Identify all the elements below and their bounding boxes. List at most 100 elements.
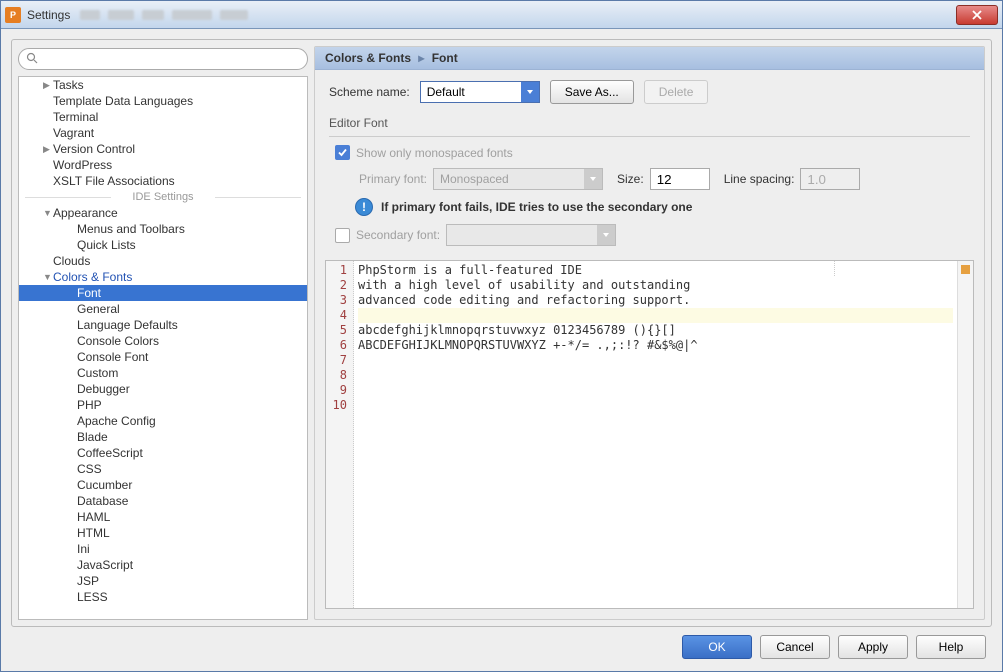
tree-item[interactable]: Language Defaults: [19, 317, 307, 333]
tree-item[interactable]: Console Font: [19, 349, 307, 365]
form-area: Scheme name: Default Save As... Delete E…: [315, 70, 984, 256]
mono-checkbox-label: Show only monospaced fonts: [356, 146, 513, 160]
tree-item-label: LESS: [77, 590, 108, 604]
settings-tree[interactable]: ▶TasksTemplate Data Languages Terminal Vag…: [18, 76, 308, 620]
tree-item-label: PHP: [77, 398, 102, 412]
cancel-button[interactable]: Cancel: [760, 635, 830, 659]
divider: [329, 136, 970, 137]
apply-button[interactable]: Apply: [838, 635, 908, 659]
main-area: ▶TasksTemplate Data Languages Terminal Vag…: [11, 39, 992, 627]
tree-item-label: Database: [77, 494, 128, 508]
tree-item[interactable]: WordPress: [19, 157, 307, 173]
tree-item-label: Blade: [77, 430, 108, 444]
tree-item[interactable]: LESS: [19, 589, 307, 605]
tree-item[interactable]: Ini: [19, 541, 307, 557]
search-wrap: [18, 46, 308, 76]
tree-item[interactable]: Font: [19, 285, 307, 301]
code-line: abcdefghijklmnopqrstuvwxyz 0123456789 ()…: [358, 323, 953, 338]
tree-item-label: Cucumber: [77, 478, 132, 492]
content-panel: Colors & Fonts ▸ Font Scheme name: Defau…: [314, 46, 985, 620]
tree-item-label: Version Control: [53, 142, 135, 156]
dialog-footer: OK Cancel Apply Help: [11, 635, 992, 661]
breadcrumb: Colors & Fonts ▸ Font: [315, 47, 984, 70]
size-input[interactable]: [650, 168, 710, 190]
window-body: ▶TasksTemplate Data Languages Terminal Vag…: [1, 29, 1002, 671]
chevron-down-icon: [521, 82, 539, 102]
save-as-button[interactable]: Save As...: [550, 80, 634, 104]
tree-item[interactable]: JavaScript: [19, 557, 307, 573]
tree-item-label: CoffeeScript: [77, 446, 143, 460]
secondary-font-label: Secondary font:: [356, 228, 440, 242]
scheme-select[interactable]: Default: [420, 81, 540, 103]
primary-font-select[interactable]: Monospaced: [433, 168, 603, 190]
tree-item-label: Template Data Languages: [53, 94, 193, 108]
chevron-right-icon: ▶: [43, 80, 53, 91]
tree-item-label: Ini: [77, 542, 90, 556]
tree-item[interactable]: HTML: [19, 525, 307, 541]
chevron-right-icon: ▸: [418, 51, 424, 65]
app-icon: P: [5, 7, 21, 23]
secondary-font-select[interactable]: [446, 224, 616, 246]
breadcrumb-parent: Colors & Fonts: [325, 51, 411, 65]
tree-item[interactable]: CoffeeScript: [19, 445, 307, 461]
tree-item[interactable]: HAML: [19, 509, 307, 525]
delete-button[interactable]: Delete: [644, 80, 709, 104]
tree-item-label: Font: [77, 286, 101, 300]
tree-item[interactable]: General: [19, 301, 307, 317]
ok-button[interactable]: OK: [682, 635, 752, 659]
tree-item-label: Vagrant: [53, 126, 94, 140]
editor-font-title: Editor Font: [329, 116, 970, 130]
tree-item-label: Appearance: [53, 206, 118, 220]
secondary-font-checkbox[interactable]: [335, 228, 350, 243]
tree-item[interactable]: Database: [19, 493, 307, 509]
tree-item-label: Menus and Toolbars: [77, 222, 185, 236]
error-stripe: [957, 261, 973, 608]
code-line: [358, 308, 953, 323]
tree-item-label: Console Font: [77, 350, 148, 364]
chevron-down-icon: [584, 169, 602, 189]
chevron-right-icon: ▶: [43, 144, 53, 155]
tree-item[interactable]: ▼Appearance: [19, 205, 307, 221]
code-line: PhpStorm is a full-featured IDE: [358, 263, 953, 278]
help-button[interactable]: Help: [916, 635, 986, 659]
line-spacing-input[interactable]: [800, 168, 860, 190]
primary-font-label: Primary font:: [359, 172, 427, 186]
mono-checkbox[interactable]: [335, 145, 350, 160]
tree-item[interactable]: Blade: [19, 429, 307, 445]
tree-item[interactable]: Menus and Toolbars: [19, 221, 307, 237]
tree-item[interactable]: ▶Version Control: [19, 141, 307, 157]
close-button[interactable]: [956, 5, 998, 25]
tree-item[interactable]: CSS: [19, 461, 307, 477]
tree-item[interactable]: Console Colors: [19, 333, 307, 349]
tree-item[interactable]: Clouds: [19, 253, 307, 269]
breadcrumb-current: Font: [432, 51, 458, 65]
tree-item[interactable]: Debugger: [19, 381, 307, 397]
tree-item[interactable]: Terminal: [19, 109, 307, 125]
code-area: PhpStorm is a full-featured IDEwith a hi…: [354, 261, 957, 608]
tree-item-label: Quick Lists: [77, 238, 136, 252]
stripe-marker: [961, 265, 970, 274]
search-icon: [26, 52, 38, 64]
tree-item[interactable]: ▶Tasks: [19, 77, 307, 93]
tree-item[interactable]: Custom: [19, 365, 307, 381]
tree-divider: IDE Settings: [19, 189, 307, 205]
search-input[interactable]: [18, 48, 308, 70]
tree-item-label: Apache Config: [77, 414, 156, 428]
tree-item-label: HTML: [77, 526, 110, 540]
size-label: Size:: [617, 172, 644, 186]
chevron-down-icon: [597, 225, 615, 245]
tree-item[interactable]: Quick Lists: [19, 237, 307, 253]
tree-item-label: Terminal: [53, 110, 98, 124]
tree-item[interactable]: Apache Config: [19, 413, 307, 429]
tree-item[interactable]: XSLT File Associations: [19, 173, 307, 189]
tree-item[interactable]: ▼Colors & Fonts: [19, 269, 307, 285]
tree-item[interactable]: Cucumber: [19, 477, 307, 493]
tree-item-label: JavaScript: [77, 558, 133, 572]
code-line: [358, 368, 953, 383]
tree-item[interactable]: Template Data Languages: [19, 93, 307, 109]
tree-item[interactable]: PHP: [19, 397, 307, 413]
tree-item-label: Console Colors: [77, 334, 159, 348]
tree-item[interactable]: JSP: [19, 573, 307, 589]
tree-item[interactable]: Vagrant: [19, 125, 307, 141]
editor-preview: 12345678910 PhpStorm is a full-featured …: [325, 260, 974, 609]
